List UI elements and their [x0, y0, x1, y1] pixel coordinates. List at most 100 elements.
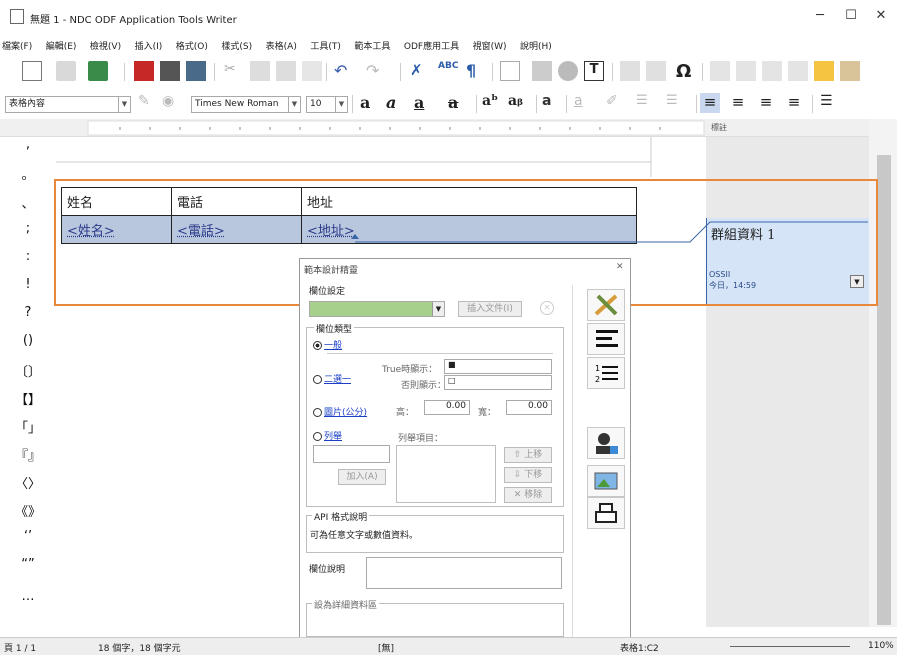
maximize-button[interactable]: ☐	[836, 6, 866, 26]
width-input[interactable]: 0.00	[506, 400, 552, 415]
field-name-combo[interactable]: ▼	[309, 301, 445, 317]
underline-icon[interactable]: a	[414, 93, 434, 113]
template-wizard-dialog[interactable]: 範本設計精靈 ✕ 欄位設定 ▼ 插入文件(I) ✕ 欄位類型 一般 二選一 Tr…	[299, 258, 631, 640]
insert-bookmark-icon[interactable]	[788, 61, 808, 81]
punct-button[interactable]: ,	[0, 137, 56, 152]
chevron-down-icon[interactable]: ▼	[335, 97, 347, 112]
zoom-level[interactable]: 110%	[868, 641, 894, 651]
paste-icon[interactable]	[276, 61, 296, 81]
punct-button[interactable]: 【】	[0, 389, 56, 408]
print-icon[interactable]	[160, 61, 180, 81]
menu-styles[interactable]: 樣式(S)	[221, 38, 252, 56]
align-right-icon[interactable]: ≡	[756, 93, 776, 113]
clear-icon[interactable]: ✕	[540, 301, 554, 315]
font-color-icon[interactable]: a	[574, 93, 594, 113]
cut-icon[interactable]: ✂	[224, 61, 244, 81]
punct-button[interactable]: 。	[0, 164, 56, 183]
export-pdf-icon[interactable]	[134, 61, 154, 81]
word-count[interactable]: 18 個字，18 個字元	[98, 641, 181, 654]
save-icon[interactable]	[88, 61, 108, 81]
bold-icon[interactable]: a	[360, 93, 380, 113]
menu-tools[interactable]: 工具(T)	[310, 38, 341, 56]
remove-button[interactable]: ✕ 移除	[504, 487, 552, 503]
spellcheck-icon[interactable]: ABC	[438, 61, 458, 81]
align-left-icon[interactable]: ≡	[700, 93, 720, 113]
bullet-list-icon[interactable]: ☰	[636, 93, 656, 113]
zoom-slider[interactable]	[730, 646, 850, 647]
insert-field-icon[interactable]	[646, 61, 666, 81]
numbered-list-icon[interactable]: ☰	[666, 93, 686, 113]
chevron-down-icon[interactable]: ▼	[432, 302, 444, 316]
print-preview-icon[interactable]	[186, 61, 206, 81]
copy-icon[interactable]	[250, 61, 270, 81]
field-desc-input[interactable]	[366, 557, 562, 589]
open-folder-icon[interactable]	[56, 61, 76, 81]
menu-help[interactable]: 說明(H)	[520, 38, 552, 56]
font-size-combo[interactable]: 10 ▼	[306, 96, 348, 113]
punct-button[interactable]: :	[0, 249, 56, 264]
strikethrough-icon[interactable]: a	[448, 93, 468, 113]
punct-button[interactable]: ‘’	[0, 529, 56, 544]
close-button[interactable]: ✕	[866, 6, 896, 26]
scrollbar-thumb[interactable]	[877, 155, 891, 625]
radio-general[interactable]: 一般	[313, 338, 342, 351]
find-replace-icon[interactable]: ✗	[410, 61, 430, 81]
clear-formatting-icon[interactable]: a	[542, 93, 562, 113]
superscript-icon[interactable]: aᵇ	[482, 93, 502, 113]
user-icon[interactable]	[587, 427, 625, 459]
height-input[interactable]: 0.00	[424, 400, 470, 415]
punct-button[interactable]: !	[0, 277, 56, 292]
punct-button[interactable]: 〈〉	[0, 473, 56, 492]
design-tool-icon[interactable]	[587, 289, 625, 321]
chevron-down-icon[interactable]: ▼	[288, 97, 300, 112]
italic-icon[interactable]: a	[386, 93, 406, 113]
menu-format[interactable]: 格式(O)	[176, 38, 208, 56]
horizontal-ruler[interactable]: 標註	[0, 119, 897, 137]
punct-button[interactable]: 「」	[0, 417, 56, 436]
font-name-combo[interactable]: Times New Roman ▼	[191, 96, 301, 113]
justify-icon[interactable]: ≡	[784, 93, 804, 113]
new-style-icon[interactable]: ◉	[162, 93, 182, 113]
menu-edit[interactable]: 編輯(E)	[46, 38, 77, 56]
new-document-icon[interactable]	[22, 61, 42, 81]
radio-enum[interactable]: 列舉	[313, 429, 342, 442]
punct-button[interactable]: “”	[0, 557, 56, 572]
menu-file[interactable]: 檔案(F)	[2, 38, 32, 56]
menu-template-tools[interactable]: 範本工具	[354, 38, 390, 56]
insert-footnote-icon[interactable]	[736, 61, 756, 81]
language-indicator[interactable]: [無]	[378, 641, 394, 654]
insert-endnote-icon[interactable]	[762, 61, 782, 81]
numbered-list-icon[interactable]: 12	[587, 357, 625, 389]
add-button[interactable]: 加入(A)	[338, 469, 386, 485]
menu-insert[interactable]: 插入(I)	[135, 38, 163, 56]
else-value-input[interactable]: □	[444, 375, 552, 390]
track-changes-icon[interactable]	[840, 61, 860, 81]
punct-button[interactable]: 、	[0, 193, 56, 212]
insert-page-break-icon[interactable]	[620, 61, 640, 81]
true-value-input[interactable]: ■	[444, 359, 552, 374]
formatting-marks-icon[interactable]: ¶	[466, 61, 486, 81]
undo-icon[interactable]: ↶	[334, 61, 354, 81]
punct-button[interactable]: …	[0, 589, 56, 604]
align-center-icon[interactable]: ≡	[728, 93, 748, 113]
menu-table[interactable]: 表格(A)	[266, 38, 297, 56]
menu-odf-tools[interactable]: ODF應用工具	[404, 38, 459, 56]
insert-comment-icon[interactable]	[814, 61, 834, 81]
radio-image[interactable]: 圖片(公分)	[313, 405, 367, 418]
chevron-down-icon[interactable]: ▼	[118, 97, 130, 112]
punct-button[interactable]: ?	[0, 305, 56, 320]
update-style-icon[interactable]: ✎	[138, 93, 158, 113]
insert-special-character-icon[interactable]: Ω	[676, 61, 696, 82]
punct-button[interactable]: 《》	[0, 501, 56, 520]
insert-image-icon[interactable]	[532, 61, 552, 81]
menu-view[interactable]: 檢視(V)	[90, 38, 121, 56]
clone-format-icon[interactable]	[302, 61, 322, 81]
image-icon[interactable]	[587, 465, 625, 497]
move-down-button[interactable]: ⇩ 下移	[504, 467, 552, 483]
minimize-button[interactable]: ─	[805, 6, 835, 26]
punct-button[interactable]: ()	[0, 333, 56, 348]
punct-button[interactable]: ;	[0, 221, 56, 236]
insert-hyperlink-icon[interactable]	[710, 61, 730, 81]
radio-binary[interactable]: 二選一	[313, 372, 351, 385]
dialog-close-icon[interactable]: ✕	[616, 262, 624, 272]
